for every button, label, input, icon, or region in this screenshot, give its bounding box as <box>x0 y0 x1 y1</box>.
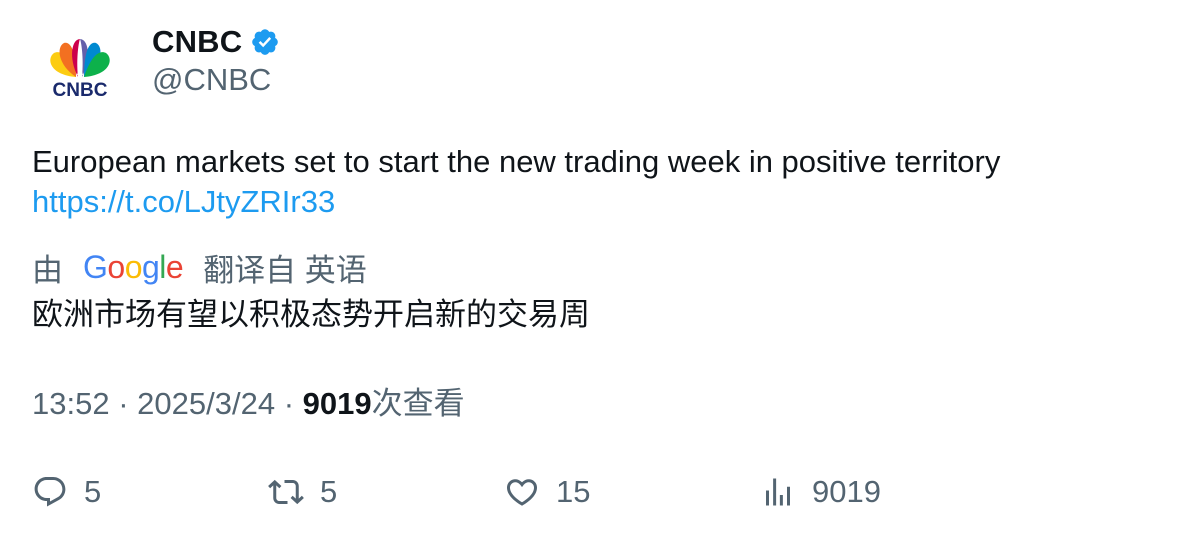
action-bar: 5 5 15 9019 <box>32 470 1162 514</box>
retweet-button[interactable]: 5 <box>268 470 337 514</box>
reply-icon <box>32 474 68 510</box>
cnbc-logo-icon: CNBC <box>50 39 110 101</box>
like-button[interactable]: 15 <box>504 470 590 514</box>
avatar[interactable]: CNBC <box>32 30 128 126</box>
reply-count: 5 <box>84 474 102 509</box>
translated-text: 欧洲市场有望以积极态势开启新的交易周 <box>32 297 590 332</box>
reply-button[interactable]: 5 <box>32 470 101 514</box>
author-handle[interactable]: @CNBC <box>152 62 271 98</box>
tweet-date[interactable]: 2025/3/24 <box>137 386 275 421</box>
author-name-row: CNBC <box>152 22 280 62</box>
views-action-count: 9019 <box>812 474 881 509</box>
tweet-meta: 13:52 · 2025/3/24 · 9019次查看 <box>32 384 465 424</box>
views-button[interactable]: 9019 <box>760 470 881 514</box>
translation-suffix[interactable]: 翻译自 英语 <box>203 245 367 290</box>
tweet-time[interactable]: 13:52 <box>32 386 110 421</box>
avatar-logo-text: CNBC <box>53 80 108 101</box>
meta-separator: · <box>283 386 295 421</box>
author-display-name[interactable]: CNBC <box>152 24 242 60</box>
heart-icon <box>504 474 540 510</box>
translation-attribution: 由 Google 翻译自 英语 <box>32 246 367 288</box>
tweet-body: European markets set to start the new tr… <box>32 144 1001 179</box>
retweet-icon <box>268 474 304 510</box>
like-count: 15 <box>556 474 591 509</box>
views-count: 9019 <box>302 386 372 421</box>
verified-badge-icon[interactable] <box>250 27 280 57</box>
retweet-count: 5 <box>320 474 338 509</box>
tweet-text: European markets set to start the new tr… <box>32 142 1162 222</box>
views-label: 次查看 <box>371 386 465 421</box>
translation-prefix: 由 <box>32 252 63 288</box>
google-logo: Google <box>83 248 184 285</box>
tweet-link[interactable]: https://t.co/LJtyZRIr33 <box>32 182 1162 222</box>
analytics-icon <box>760 474 796 510</box>
meta-separator: · <box>118 386 129 421</box>
